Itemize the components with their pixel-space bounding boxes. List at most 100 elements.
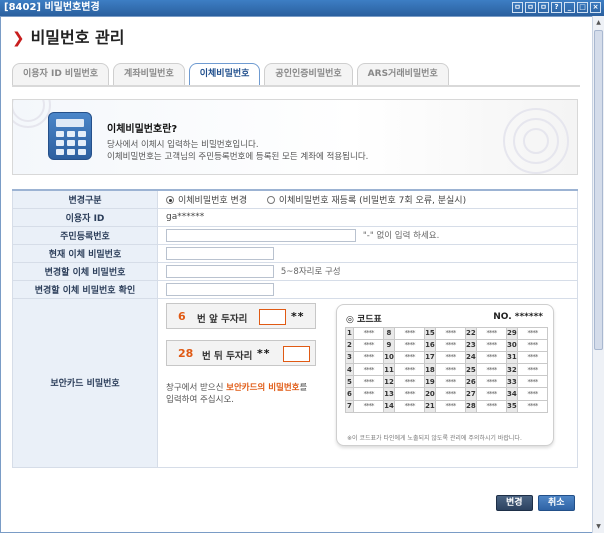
code-number: 30 [506,338,518,352]
window-button-1[interactable]: ㅁ [512,2,523,13]
code-number: 11 [383,363,395,377]
code-value: **** [434,338,467,352]
code-value: **** [516,350,549,365]
code-number: 22 [465,326,477,340]
code-number: 20 [424,387,436,401]
radio-reregister-label[interactable]: 이체비밀번호 재등록 (비밀번호 7회 오류, 분실시) [279,196,466,206]
code-value: **** [434,363,467,377]
new-password-cell: 5~8자리로 구성 [157,261,578,281]
window-titlebar: [8402] 비밀번호변경 ㅁ ㅁ ㅁ ? _ □ × [0,0,604,16]
security-code-back-input[interactable] [283,345,310,362]
code-value: **** [516,326,549,340]
code-number: 25 [465,363,477,377]
window-button-3[interactable]: ㅁ [538,2,549,13]
code-number: 16 [424,338,436,352]
scroll-up-icon[interactable]: ▲ [594,17,603,28]
tab-transfer-password[interactable]: 이체비밀번호 [188,63,261,86]
security-card-cell: 6 번 앞 두자리 ** 28 번 뒤 두자리 ** 창구에서 받으신 보안카드… [157,297,578,468]
code-number: 15 [424,326,436,340]
maximize-icon[interactable]: □ [577,2,588,13]
tab-user-id-password[interactable]: 이용자 ID 비밀번호 [12,63,110,85]
row-new-password: 변경할 이체 비밀번호 5~8자리로 구성 [12,261,578,281]
security-code-back: 28 번 뒤 두자리 ** [166,339,316,366]
code-number: 21 [424,399,436,413]
row-current-password: 현재 이체 비밀번호 [12,243,578,263]
security-code-front-input[interactable] [259,308,286,325]
user-id-value: ga****** [157,207,578,227]
code-number: 32 [506,363,518,377]
code-number: 24 [465,350,477,365]
code-number: 29 [506,326,518,340]
page-title-text: 비밀번호 관리 [30,28,125,47]
code-number: 27 [465,387,477,401]
code-number: 2 [345,338,354,352]
code-value: **** [393,363,426,377]
confirm-password-input[interactable] [166,282,274,296]
tab-ars-password[interactable]: ARS거래비밀번호 [356,63,449,85]
code-value: **** [393,338,426,352]
change-type-options: 이체비밀번호 변경 이체비밀번호 재등록 (비밀번호 7회 오류, 분실시) [157,189,578,209]
vertical-scrollbar[interactable]: ▲ ▼ [592,16,604,533]
current-password-input[interactable] [166,246,274,260]
tab-underline [12,85,580,87]
minimize-icon[interactable]: _ [564,2,575,13]
confirm-password-cell [157,279,578,299]
code-value: **** [475,338,508,352]
change-button[interactable]: 변경 [496,495,533,511]
code-number: 19 [424,375,436,389]
resident-number-label: 주민등록번호 [12,225,158,245]
close-icon[interactable]: × [590,2,601,13]
code-value: **** [393,326,426,340]
security-code-back-text: 번 뒤 두자리 [202,350,253,362]
row-confirm-password: 변경할 이체 비밀번호 확인 [12,279,578,299]
code-value: **** [434,375,467,389]
code-value: **** [475,350,508,365]
resident-number-input[interactable] [166,228,356,242]
code-number: 18 [424,363,436,377]
info-description-1: 당사에서 이체시 입력하는 비밀번호입니다. [107,140,259,150]
code-number: 35 [506,399,518,413]
radio-change[interactable] [166,196,174,205]
tab-certificate-password[interactable]: 공인인증비밀번호 [264,63,353,85]
code-number: 9 [383,338,395,352]
code-number: 7 [345,399,354,413]
code-value: **** [516,399,549,413]
code-value: **** [516,338,549,352]
security-card-note-2: 입력하여 주십시오. [166,394,234,405]
code-number: 23 [465,338,477,352]
radio-reregister[interactable] [266,196,275,205]
code-value: **** [393,399,426,413]
info-title: 이체비밀번호란? [107,124,178,135]
security-card-note-highlight: 보안카드의 비밀번호 [226,382,300,393]
current-password-label: 현재 이체 비밀번호 [12,243,158,263]
security-code-front-number: 6 [178,309,186,323]
title-arrow-icon: ❯ [12,29,25,47]
scroll-down-icon[interactable]: ▼ [594,521,603,532]
code-value: **** [475,326,508,340]
code-number: 1 [345,326,354,340]
code-value: **** [352,375,385,389]
code-grid-row: 2 **** 9 **** 16 **** 23 **** 30 **** [345,338,549,352]
window-button-2[interactable]: ㅁ [525,2,536,13]
code-value: **** [475,375,508,389]
scroll-thumb[interactable] [594,30,603,350]
radio-change-label[interactable]: 이체비밀번호 변경 [178,196,247,206]
code-grid-row: 4 **** 11 **** 18 **** 25 **** 32 **** [345,363,549,377]
info-box: 이체비밀번호란? 당사에서 이체시 입력하는 비밀번호입니다. 이체비밀번호는 … [12,99,578,175]
tab-account-password[interactable]: 계좌비밀번호 [113,63,185,85]
code-grid-row: 3 **** 10 **** 17 **** 24 **** 31 **** [345,350,549,365]
code-value: **** [516,375,549,389]
code-number: 33 [506,375,518,389]
user-id-label: 이용자 ID [12,207,158,227]
resident-number-cell: "-" 없이 입력 하세요. [157,225,578,245]
row-user-id: 이용자 ID ga****** [12,207,578,227]
cancel-button[interactable]: 취소 [538,495,575,511]
code-number: 26 [465,375,477,389]
code-value: **** [352,338,385,352]
code-number: 6 [345,387,354,401]
new-password-input[interactable] [166,264,274,278]
code-value: **** [352,326,385,340]
code-value: **** [475,363,508,377]
help-icon[interactable]: ? [551,2,562,13]
security-code-back-number: 28 [178,346,194,360]
